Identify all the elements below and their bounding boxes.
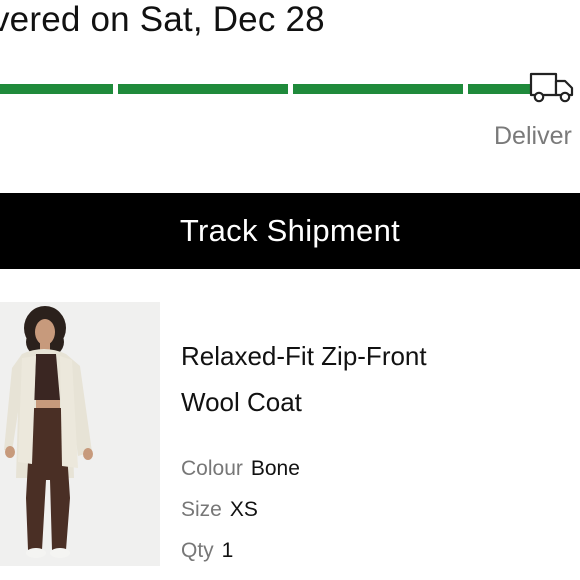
track-shipment-button[interactable]: Track Shipment: [0, 193, 580, 269]
order-item[interactable]: Relaxed-Fit Zip-Front Wool Coat Colour Bo…: [0, 302, 580, 580]
product-size: Size XS: [181, 498, 258, 522]
colour-value: Bone: [250, 457, 300, 480]
progress-segment: [118, 84, 288, 94]
product-name-line: Wool Coat: [181, 387, 302, 417]
product-colour: Colour Bone: [181, 457, 300, 481]
progress-segment: [293, 84, 463, 94]
product-quantity: Qty 1: [181, 539, 233, 563]
size-label: Size: [181, 498, 222, 521]
shipment-progress-bar: [0, 84, 580, 94]
delivery-status-title: ivered on Sat, Dec 28: [0, 0, 325, 39]
qty-value: 1: [221, 539, 234, 562]
product-image[interactable]: [0, 302, 160, 566]
product-name[interactable]: Relaxed-Fit Zip-Front Wool Coat: [181, 333, 561, 425]
product-name-line: Relaxed-Fit Zip-Front: [181, 341, 427, 371]
order-status-page: ivered on Sat, Dec 28 Deliver Track Ship…: [0, 0, 580, 580]
progress-segment: [468, 84, 530, 94]
progress-segment: [0, 84, 113, 94]
delivery-truck-icon: [528, 69, 576, 105]
size-value: XS: [229, 498, 258, 521]
colour-label: Colour: [181, 457, 243, 480]
qty-label: Qty: [181, 539, 214, 562]
progress-step-label: Deliver: [494, 122, 572, 150]
